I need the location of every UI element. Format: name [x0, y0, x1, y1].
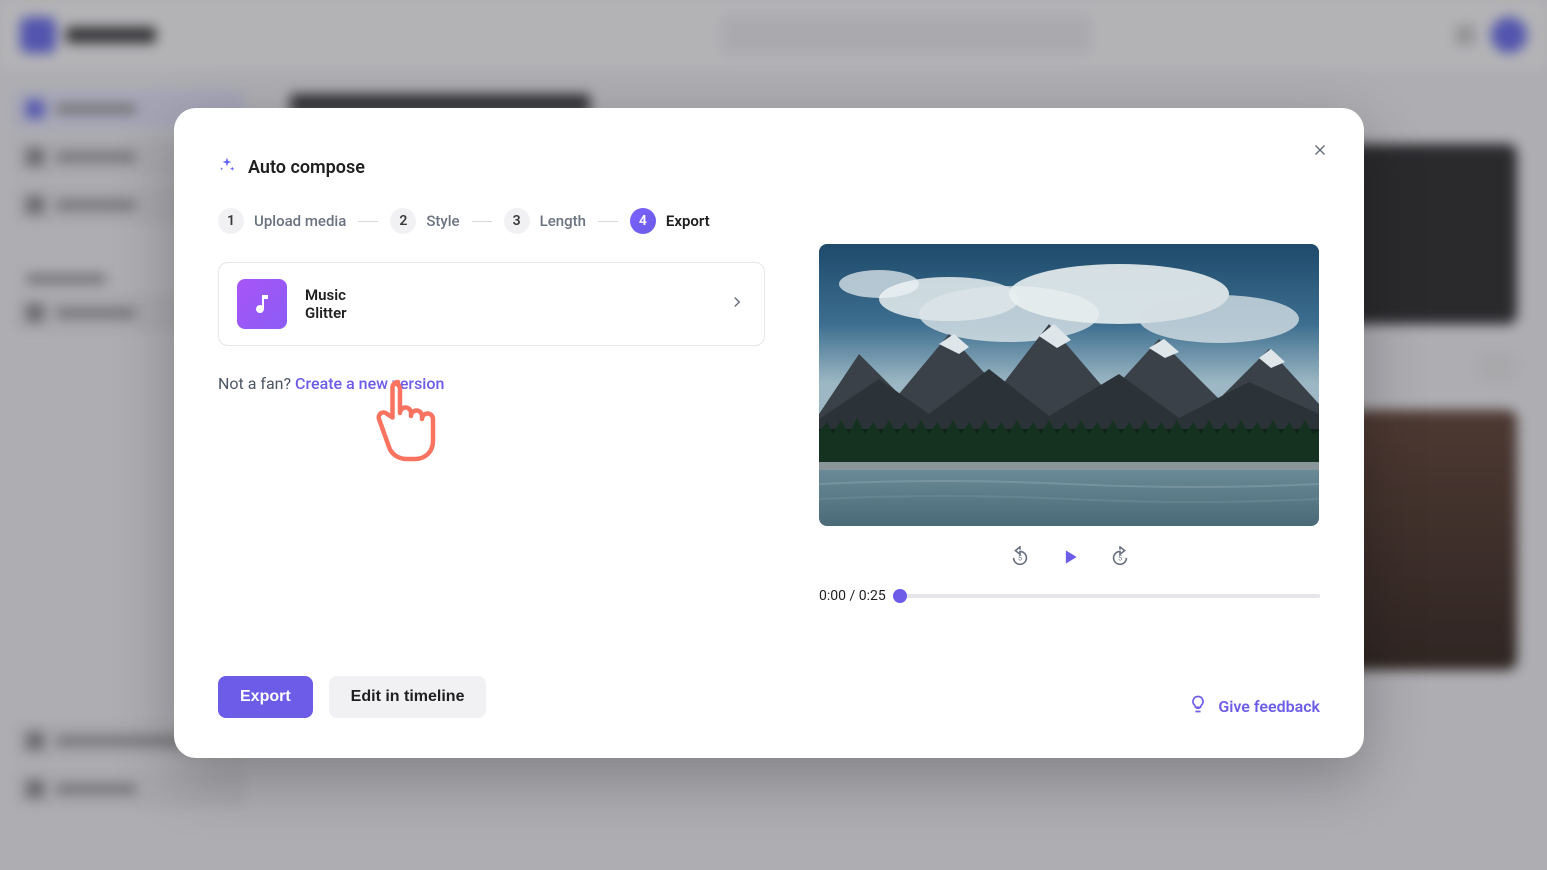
stepper: 1 Upload media 2 Style 3 Length 4 Export [218, 208, 765, 234]
step-label: Style [426, 212, 459, 230]
not-a-fan-row: Not a fan? Create a new version [218, 374, 765, 393]
not-a-fan-prefix: Not a fan? [218, 374, 295, 393]
step-number: 3 [504, 208, 530, 234]
step-separator [358, 221, 378, 222]
lightbulb-icon [1188, 694, 1208, 718]
step-label: Upload media [254, 212, 346, 230]
music-selection-card[interactable]: Music Glitter [218, 262, 765, 346]
time-total: 0:25 [859, 588, 886, 604]
music-card-title: Music [305, 286, 710, 304]
music-text-group: Music Glitter [305, 286, 710, 322]
auto-compose-modal: Auto compose 1 Upload media 2 Style 3 Le… [174, 108, 1364, 758]
step-number: 4 [630, 208, 656, 234]
player-controls: 5 5 [819, 544, 1320, 570]
step-label: Length [540, 212, 586, 230]
time-display: 0:00 / 0:25 [819, 588, 886, 604]
create-new-version-link[interactable]: Create a new version [295, 374, 444, 393]
step-number: 2 [390, 208, 416, 234]
svg-text:5: 5 [1017, 554, 1021, 563]
step-length[interactable]: 3 Length [504, 208, 586, 234]
edit-in-timeline-button[interactable]: Edit in timeline [329, 676, 487, 718]
export-button[interactable]: Export [218, 676, 313, 718]
step-style[interactable]: 2 Style [390, 208, 459, 234]
modal-title: Auto compose [248, 157, 365, 178]
modal-right-panel: 5 5 0:00 / 0:25 [809, 108, 1364, 758]
video-preview[interactable] [819, 244, 1319, 526]
scrub-row: 0:00 / 0:25 [819, 588, 1320, 604]
play-button[interactable] [1057, 544, 1083, 570]
svg-text:5: 5 [1117, 554, 1121, 563]
scrub-thumb[interactable] [893, 589, 907, 603]
time-separator: / [846, 588, 859, 604]
skip-back-5-button[interactable]: 5 [1007, 544, 1033, 570]
step-separator [472, 221, 492, 222]
music-note-icon [237, 279, 287, 329]
give-feedback-link[interactable]: Give feedback [1188, 694, 1320, 718]
music-card-subtitle: Glitter [305, 304, 710, 322]
step-label: Export [666, 212, 710, 230]
modal-left-panel: Auto compose 1 Upload media 2 Style 3 Le… [174, 108, 809, 758]
step-separator [598, 221, 618, 222]
step-upload-media[interactable]: 1 Upload media [218, 208, 346, 234]
step-export[interactable]: 4 Export [630, 208, 710, 234]
skip-forward-5-button[interactable]: 5 [1107, 544, 1133, 570]
give-feedback-label: Give feedback [1218, 697, 1320, 716]
close-button[interactable] [1306, 136, 1334, 164]
scrub-track[interactable] [900, 594, 1320, 598]
modal-actions: Export Edit in timeline [218, 656, 765, 718]
modal-header: Auto compose [218, 156, 765, 178]
step-number: 1 [218, 208, 244, 234]
sparkle-icon [218, 156, 236, 178]
time-current: 0:00 [819, 588, 846, 604]
chevron-right-icon [728, 293, 746, 315]
